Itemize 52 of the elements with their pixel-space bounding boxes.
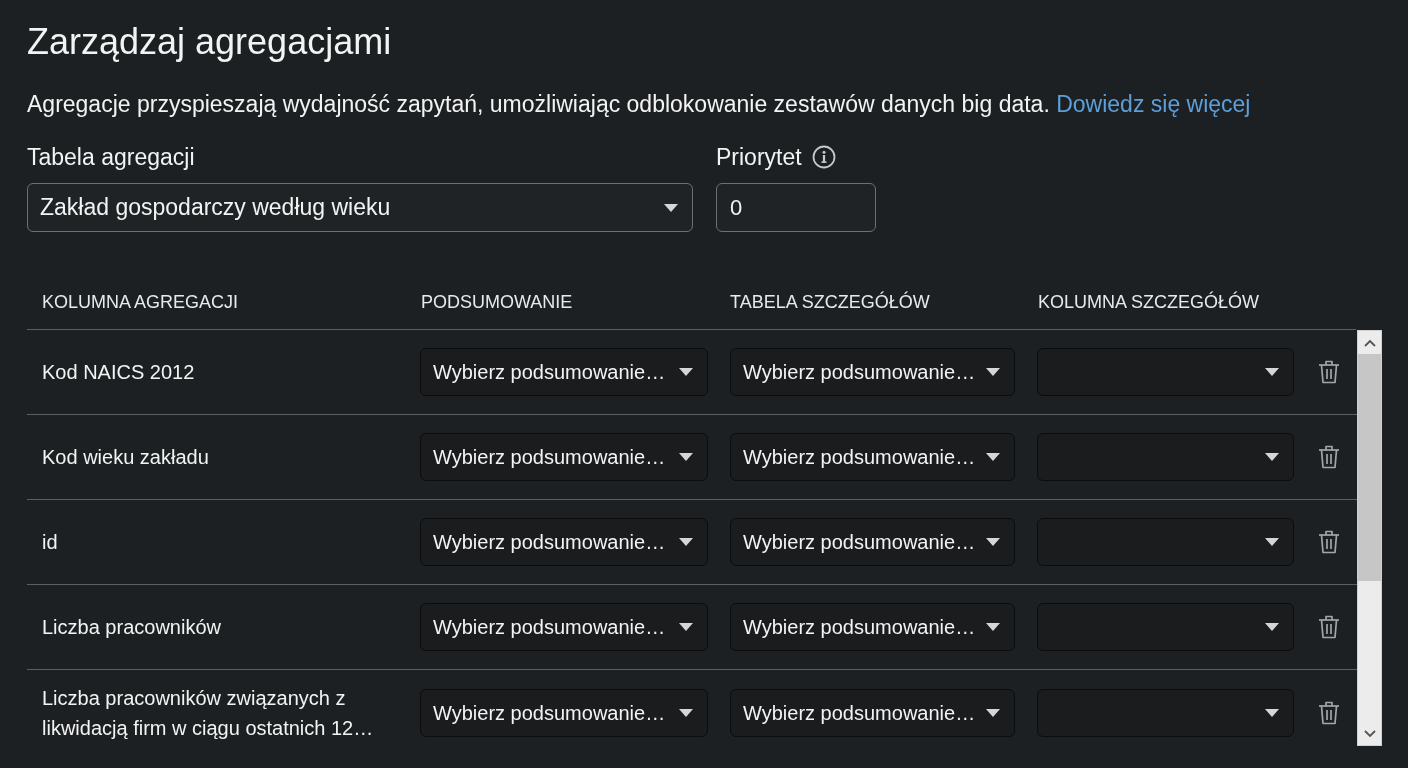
chevron-down-icon[interactable]	[1363, 730, 1376, 738]
priority-input[interactable]: 0	[716, 183, 876, 232]
caret-icon	[986, 453, 1000, 461]
summary-select[interactable]: Wybierz podsumowanie…	[420, 348, 708, 396]
scrollbar[interactable]	[1357, 330, 1382, 746]
trash-icon[interactable]	[1318, 615, 1340, 639]
aggregation-table-select[interactable]: Zakład gospodarczy według wieku	[27, 183, 693, 232]
trash-icon[interactable]	[1318, 530, 1340, 554]
caret-icon	[679, 453, 693, 461]
summary-select[interactable]: Wybierz podsumowanie…	[420, 518, 708, 566]
caret-icon	[679, 368, 693, 376]
caret-icon	[1265, 368, 1279, 376]
caret-icon	[664, 203, 678, 212]
summary-select[interactable]: Wybierz podsumowanie…	[420, 433, 708, 481]
caret-icon	[986, 623, 1000, 631]
page-title: Zarządzaj agregacjami	[27, 20, 392, 64]
detail-table-select[interactable]: Wybierz podsumowanie…	[730, 688, 1015, 737]
table-cell-text: Liczba pracowników	[42, 615, 222, 640]
trash-icon[interactable]	[1318, 700, 1340, 725]
info-icon[interactable]	[811, 145, 836, 169]
trash-icon[interactable]	[1318, 445, 1340, 469]
detail-table-select[interactable]: Wybierz podsumowanie…	[730, 433, 1015, 481]
learn-more-link[interactable]: Dowiedz się więcej	[1056, 91, 1251, 117]
description-text: Agregacje przyspieszają wydajność zapytań, umożliwiając odblokowanie zestawów danych big data. Dowiedz się więcej	[27, 90, 1251, 119]
caret-icon	[986, 368, 1000, 376]
column-header: PODSUMOWANIE	[421, 292, 573, 312]
detail-table-select[interactable]: Wybierz podsumowanie…	[730, 348, 1015, 396]
detail-table-select[interactable]: Wybierz podsumowanie…	[730, 603, 1015, 651]
field-label: Tabela agregacji	[27, 143, 195, 172]
detail-table-select[interactable]: Wybierz podsumowanie…	[730, 518, 1015, 566]
column-header: KOLUMNA AGREGACJI	[42, 292, 239, 312]
column-header: KOLUMNA SZCZEGÓŁÓW	[1038, 292, 1260, 312]
caret-icon	[986, 538, 1000, 546]
table-cell-text: id	[42, 530, 59, 555]
table-cell-text: Kod wieku zakładu	[42, 445, 210, 470]
caret-icon	[1265, 623, 1279, 631]
trash-icon[interactable]	[1318, 360, 1340, 384]
caret-icon	[679, 708, 693, 717]
caret-icon	[1265, 708, 1279, 717]
caret-icon	[1265, 538, 1279, 546]
caret-icon	[1265, 453, 1279, 461]
caret-icon	[679, 538, 693, 546]
table-cell-text: Kod NAICS 2012	[42, 360, 196, 385]
caret-icon	[679, 623, 693, 631]
scrollbar-thumb[interactable]	[1358, 354, 1381, 581]
caret-icon	[986, 708, 1000, 717]
table-cell-text: Liczba pracowników związanych z likwidacją firm w ciągu ostatnich 12…	[42, 685, 375, 741]
summary-select[interactable]: Wybierz podsumowanie…	[420, 603, 708, 651]
summary-select[interactable]: Wybierz podsumowanie…	[420, 688, 708, 737]
field-label: Priorytet	[716, 143, 802, 172]
chevron-up-icon[interactable]	[1363, 339, 1376, 347]
column-header: TABELA SZCZEGÓŁÓW	[730, 292, 930, 312]
